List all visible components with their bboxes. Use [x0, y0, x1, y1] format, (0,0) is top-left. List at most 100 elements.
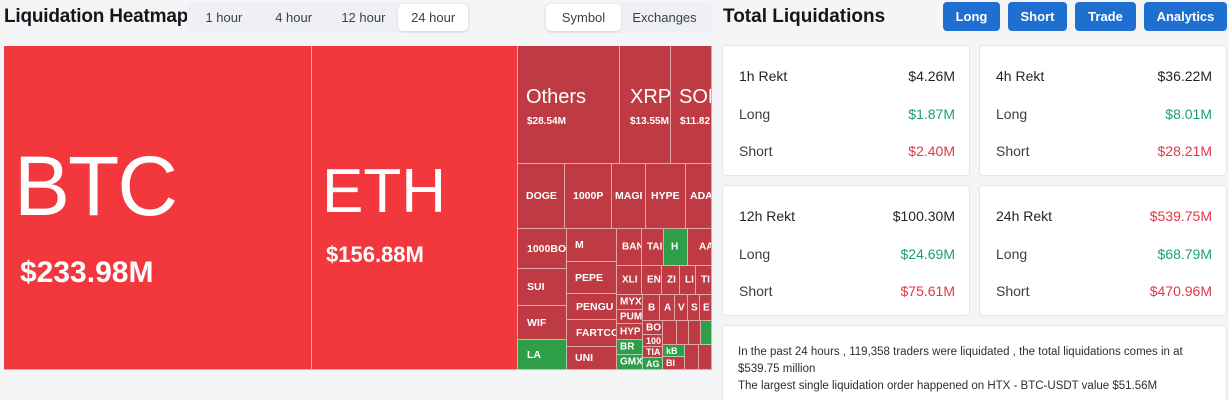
short-label: Short [996, 283, 1030, 299]
tile-m[interactable]: M [567, 229, 617, 262]
tile-gmx[interactable]: GMX [617, 355, 643, 370]
rekt-card-24h: 24h Rekt $539.75M Long $68.79M Short $470.9… [979, 185, 1227, 316]
short-button[interactable]: Short [1008, 2, 1067, 31]
tile-symbol: 100 [646, 335, 662, 346]
tile-btc[interactable]: BTC $233.98M [4, 46, 312, 370]
short-value: $75.61M [900, 283, 955, 299]
tile-sol[interactable]: SOL $11.82 [671, 46, 712, 164]
analytics-button[interactable]: Analytics [1144, 2, 1227, 31]
tile-value: $233.98M [20, 256, 154, 289]
tab-1-hour[interactable]: 1 hour [189, 4, 259, 31]
tile-symbol: Others [526, 86, 587, 108]
tab-exchanges[interactable]: Exchanges [621, 4, 708, 31]
tile-symbol: kB [666, 345, 678, 356]
tile-zi[interactable]: ZI [662, 266, 680, 295]
tile-value: $28.54M [527, 116, 566, 127]
tile-a[interactable]: A [660, 295, 675, 321]
short-label: Short [739, 283, 773, 299]
tile-bo[interactable]: BO [643, 321, 663, 335]
tile-symbol: BAN [622, 241, 642, 253]
tile-small[interactable] [699, 345, 712, 370]
tile-aa[interactable]: AA [688, 229, 712, 266]
tile-ag[interactable]: AG [643, 358, 663, 370]
tile-fartco[interactable]: FARTCO [567, 320, 617, 347]
tile-small[interactable] [663, 321, 677, 345]
tile-magic[interactable]: MAGI [612, 164, 646, 229]
tile-eth[interactable]: ETH $156.88M [312, 46, 518, 370]
tile-1000bo[interactable]: 1000BO [518, 229, 567, 269]
tile-hyp[interactable]: HYP [617, 324, 643, 340]
tile-pum[interactable]: PUM [617, 310, 643, 324]
tile-pengu[interactable]: PENGU [567, 294, 617, 320]
timeframe-selector: 1 hour 4 hour 12 hour 24 hour [187, 2, 470, 33]
tab-24-hour[interactable]: 24 hour [398, 4, 468, 31]
card-title: 1h Rekt [739, 68, 788, 84]
tile-symbol: UNI [575, 352, 594, 364]
rekt-card-4h: 4h Rekt $36.22M Long $8.01M Short $28.21M [979, 45, 1227, 176]
tile-ada[interactable]: ADA [686, 164, 712, 229]
tile-doge[interactable]: DOGE [518, 164, 565, 229]
tile-symbol: PUM [620, 311, 643, 322]
tile-symbol: A [664, 302, 672, 313]
tile-symbol: XRP [630, 86, 671, 108]
tile-others[interactable]: Others $28.54M [518, 46, 620, 164]
tile-symbol: S [691, 302, 698, 313]
tile-li[interactable]: LI [680, 266, 696, 295]
total-liquidations-title: Total Liquidations [723, 6, 886, 27]
tile-symbol: B [648, 302, 656, 313]
tile-small[interactable] [701, 321, 712, 345]
tile-small[interactable] [677, 321, 689, 345]
tile-ban[interactable]: BAN [617, 229, 642, 266]
tile-symbol: TI [701, 274, 710, 286]
tile-en[interactable]: EN [642, 266, 662, 295]
tile-symbol: AA [699, 241, 711, 253]
trade-button[interactable]: Trade [1075, 2, 1136, 31]
short-value: $470.96M [1149, 283, 1212, 299]
tile-bi[interactable]: BI [663, 357, 685, 370]
tile-tr[interactable]: TI [696, 266, 712, 295]
tab-4-hour[interactable]: 4 hour [259, 4, 329, 31]
tab-12-hour[interactable]: 12 hour [329, 4, 399, 31]
card-total: $539.75M [1149, 208, 1212, 224]
tile-la[interactable]: LA [518, 340, 567, 370]
tile-hype[interactable]: HYPE [646, 164, 686, 229]
summary-line-1: In the past 24 hours , 119,358 traders w… [738, 346, 1183, 375]
tile-uni[interactable]: UNI [567, 347, 617, 370]
tile-value: $156.88M [326, 242, 424, 267]
long-button[interactable]: Long [943, 2, 1000, 31]
tile-s[interactable]: S [688, 295, 700, 321]
tile-b[interactable]: B [643, 295, 660, 321]
tile-symbol: SUI [527, 281, 545, 293]
tile-1000p[interactable]: 1000P [565, 164, 612, 229]
tile-100[interactable]: 100 [643, 335, 663, 347]
tile-wif[interactable]: WIF [518, 306, 567, 340]
tab-symbol[interactable]: Symbol [546, 4, 621, 31]
tile-pepe[interactable]: PEPE [567, 262, 617, 294]
tile-xrp[interactable]: XRP $13.55M [620, 46, 671, 164]
tile-kb[interactable]: kB [663, 345, 685, 357]
tile-symbol: XLI [622, 274, 638, 286]
tile-symbol: E [703, 302, 710, 313]
tile-xl[interactable]: XLI [617, 266, 642, 295]
tile-tia[interactable]: TIA [643, 347, 663, 358]
liquidation-heatmap: BTC $233.98M ETH $156.88M Others $28.54M… [4, 46, 712, 370]
tile-h[interactable]: H [664, 229, 688, 266]
tile-symbol: HYP [620, 326, 641, 337]
tile-symbol: PENGU [576, 300, 614, 313]
tile-symbol: HYPE [651, 190, 680, 202]
liquidation-summary: In the past 24 hours , 119,358 traders w… [722, 325, 1227, 400]
tile-symbol: BR [620, 341, 635, 353]
tile-myx[interactable]: MYX [617, 295, 643, 310]
tile-v[interactable]: V [675, 295, 688, 321]
tile-br[interactable]: BR [617, 340, 643, 355]
short-label: Short [996, 143, 1030, 159]
tile-e[interactable]: E [700, 295, 712, 321]
tile-small[interactable] [685, 345, 699, 370]
tile-symbol: ETH [322, 157, 446, 226]
tile-sui[interactable]: SUI [518, 269, 567, 306]
tile-small[interactable] [689, 321, 701, 345]
tile-symbol: EN [647, 274, 661, 286]
tile-symbol: ADA [690, 190, 712, 202]
tile-symbol: 1000BO [527, 242, 567, 255]
tile-tai[interactable]: TAI [642, 229, 664, 266]
